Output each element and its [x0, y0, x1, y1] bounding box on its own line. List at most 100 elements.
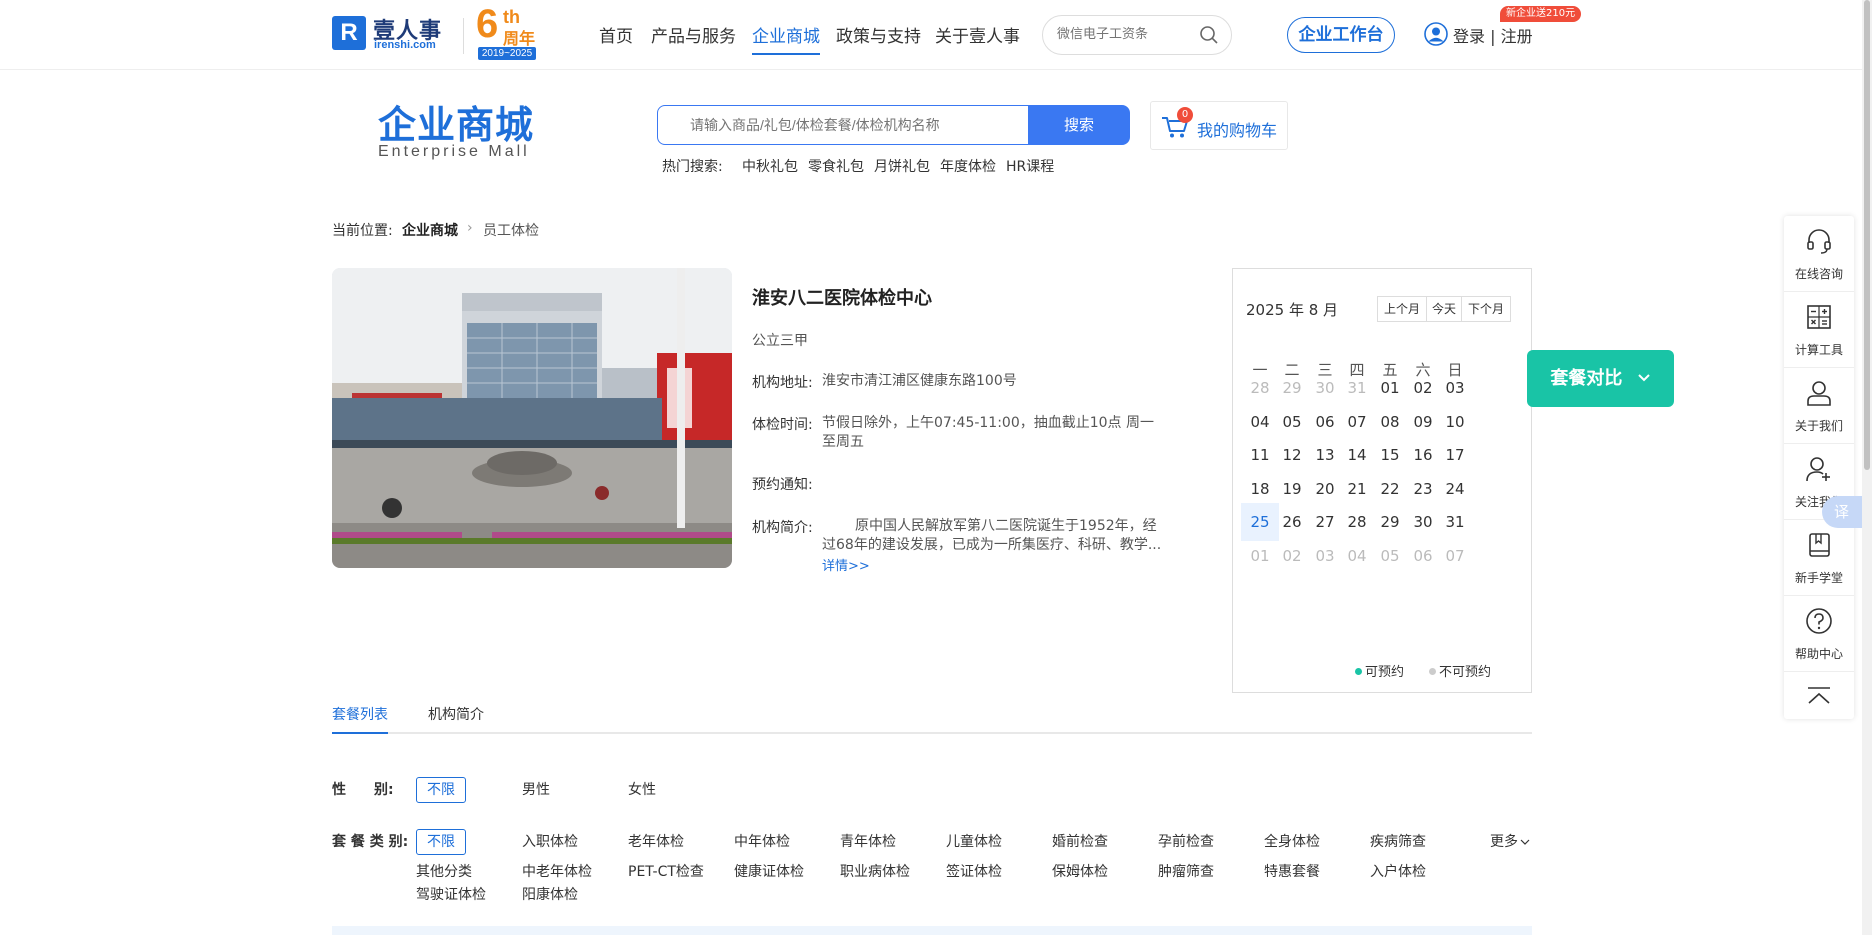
- category-option[interactable]: 特惠套餐: [1264, 861, 1320, 881]
- category-option[interactable]: 中老年体检: [522, 861, 592, 881]
- category-option[interactable]: 老年体检: [628, 831, 684, 851]
- hospital-photo: [332, 268, 732, 568]
- hot-search-item[interactable]: 月饼礼包: [874, 156, 930, 176]
- category-option[interactable]: 全身体检: [1264, 831, 1320, 851]
- tab-package-list[interactable]: 套餐列表: [332, 704, 388, 734]
- top-search-input[interactable]: [1057, 26, 1187, 41]
- package-compare-button[interactable]: 套餐对比: [1527, 350, 1674, 407]
- sidebar-item-about[interactable]: 关于我们: [1784, 368, 1854, 444]
- scrollbar-thumb[interactable]: [1864, 0, 1870, 470]
- nav-policy[interactable]: 政策与支持: [836, 22, 921, 47]
- sidebar-item-academy[interactable]: 新手学堂: [1784, 520, 1854, 596]
- category-more-button[interactable]: 更多: [1490, 831, 1530, 851]
- next-month-button[interactable]: 下个月: [1461, 296, 1511, 322]
- prev-month-button[interactable]: 上个月: [1377, 296, 1427, 322]
- category-option[interactable]: 肿瘤筛查: [1158, 861, 1214, 881]
- logo-divider: [463, 18, 464, 54]
- person-icon: [1807, 381, 1831, 406]
- cart-label: 我的购物车: [1197, 121, 1278, 140]
- mall-search-box: [657, 105, 1029, 145]
- category-option[interactable]: 签证体检: [946, 861, 1002, 881]
- category-option[interactable]: 疾病筛查: [1370, 831, 1426, 851]
- breadcrumb-prefix: 当前位置:: [332, 223, 393, 239]
- calendar-day[interactable]: 31: [1436, 503, 1474, 541]
- hot-search-item[interactable]: 中秋礼包: [742, 156, 798, 176]
- breadcrumb-current: 员工体检: [483, 223, 539, 239]
- gender-option-any[interactable]: 不限: [416, 777, 466, 803]
- category-option[interactable]: 入职体检: [522, 831, 578, 851]
- chevron-down-icon: [1637, 374, 1650, 382]
- search-button[interactable]: 搜索: [1028, 105, 1130, 145]
- address-label: 机构地址:: [752, 375, 813, 391]
- cart-count-badge: 0: [1177, 107, 1193, 123]
- page-scrollbar[interactable]: [1862, 0, 1872, 935]
- sidebar-label: 关于我们: [1794, 419, 1843, 433]
- gender-option-female[interactable]: 女性: [628, 779, 656, 799]
- category-option[interactable]: 阳康体检: [522, 884, 578, 904]
- mall-search-input[interactable]: [690, 117, 1010, 133]
- legend-available: 可预约: [1355, 661, 1404, 680]
- category-filter-label: 套 餐 类 别:: [332, 834, 409, 850]
- sidebar-item-help[interactable]: 帮助中心: [1784, 596, 1854, 672]
- translate-button[interactable]: 译: [1822, 496, 1864, 528]
- headset-icon: [1807, 229, 1831, 254]
- anniversary-number: 6: [476, 2, 499, 46]
- back-to-top-icon: [1808, 687, 1830, 704]
- intro-details-link[interactable]: 详情>>: [822, 555, 870, 574]
- category-option[interactable]: 中年体检: [734, 831, 790, 851]
- top-search-box: [1042, 15, 1232, 55]
- legend-unavailable: 不可预约: [1429, 661, 1491, 680]
- booking-calendar: 2025 年 8 月 上个月 今天 下个月 一二三四五六日 28 29 30 31 01 0…: [1232, 268, 1532, 693]
- category-option[interactable]: 儿童体检: [946, 831, 1002, 851]
- calendar-day[interactable]: 03: [1436, 369, 1474, 407]
- category-option[interactable]: 职业病体检: [840, 861, 910, 881]
- category-option[interactable]: 其他分类: [416, 861, 472, 881]
- address-value: 淮安市清江浦区健康东路100号: [822, 373, 1017, 389]
- tabs-divider: [332, 732, 1532, 734]
- category-option-any[interactable]: 不限: [416, 829, 466, 855]
- hours-value-line1: 节假日除外，上午07:45-11:00，抽血截止10点 周一: [822, 415, 1155, 431]
- hot-search-item[interactable]: 零食礼包: [808, 156, 864, 176]
- unavailable-dot-icon: [1429, 668, 1436, 675]
- hot-search-item[interactable]: 年度体检: [940, 156, 996, 176]
- intro-label: 机构简介:: [752, 520, 813, 536]
- tab-organization-intro[interactable]: 机构简介: [428, 704, 484, 724]
- workspace-button[interactable]: 企业工作台: [1287, 17, 1395, 53]
- nav-products[interactable]: 产品与服务: [651, 22, 736, 47]
- sidebar-item-calculator[interactable]: 计算工具: [1784, 292, 1854, 368]
- available-dot-icon: [1355, 668, 1362, 675]
- nav-home[interactable]: 首页: [599, 22, 633, 47]
- calendar-day: 07: [1445, 546, 1465, 565]
- cart-button[interactable]: 0 我的购物车: [1150, 101, 1288, 150]
- category-option[interactable]: 保姆体检: [1052, 861, 1108, 881]
- anniversary-years: 2019~2025: [478, 47, 536, 60]
- category-option[interactable]: 入户体检: [1370, 861, 1426, 881]
- mall-title: 企业商城: [378, 103, 535, 147]
- breadcrumb-mall[interactable]: 企业商城: [402, 220, 458, 240]
- back-to-top-button[interactable]: [1784, 672, 1854, 719]
- login-register-link[interactable]: 登录 | 注册: [1453, 23, 1533, 47]
- category-option[interactable]: 婚前检查: [1052, 831, 1108, 851]
- gender-option-male[interactable]: 男性: [522, 779, 550, 799]
- user-icon[interactable]: [1424, 22, 1448, 46]
- search-icon[interactable]: [1199, 25, 1219, 45]
- nav-about[interactable]: 关于壹人事: [935, 22, 1020, 47]
- notice-label: 预约通知:: [752, 477, 813, 493]
- calendar-day[interactable]: 10: [1436, 403, 1474, 441]
- mall-subtitle: Enterprise Mall: [378, 143, 530, 160]
- category-option[interactable]: 驾驶证体检: [416, 884, 486, 904]
- category-option[interactable]: 健康证体检: [734, 861, 804, 881]
- today-button[interactable]: 今天: [1426, 296, 1462, 322]
- hours-label: 体检时间:: [752, 417, 813, 433]
- compare-label: 套餐对比: [1550, 368, 1623, 389]
- calendar-day[interactable]: 24: [1436, 470, 1474, 508]
- calendar-day[interactable]: 17: [1436, 436, 1474, 474]
- category-option[interactable]: 孕前检查: [1158, 831, 1214, 851]
- nav-mall[interactable]: 企业商城: [752, 22, 820, 55]
- logo-icon[interactable]: R: [332, 16, 366, 50]
- sidebar-item-consult[interactable]: 在线咨询: [1784, 216, 1854, 292]
- hot-search-item[interactable]: HR课程: [1006, 156, 1054, 176]
- organization-name: 淮安八二医院体检中心: [752, 288, 932, 309]
- category-option[interactable]: PET-CT检查: [628, 861, 704, 881]
- category-option[interactable]: 青年体检: [840, 831, 896, 851]
